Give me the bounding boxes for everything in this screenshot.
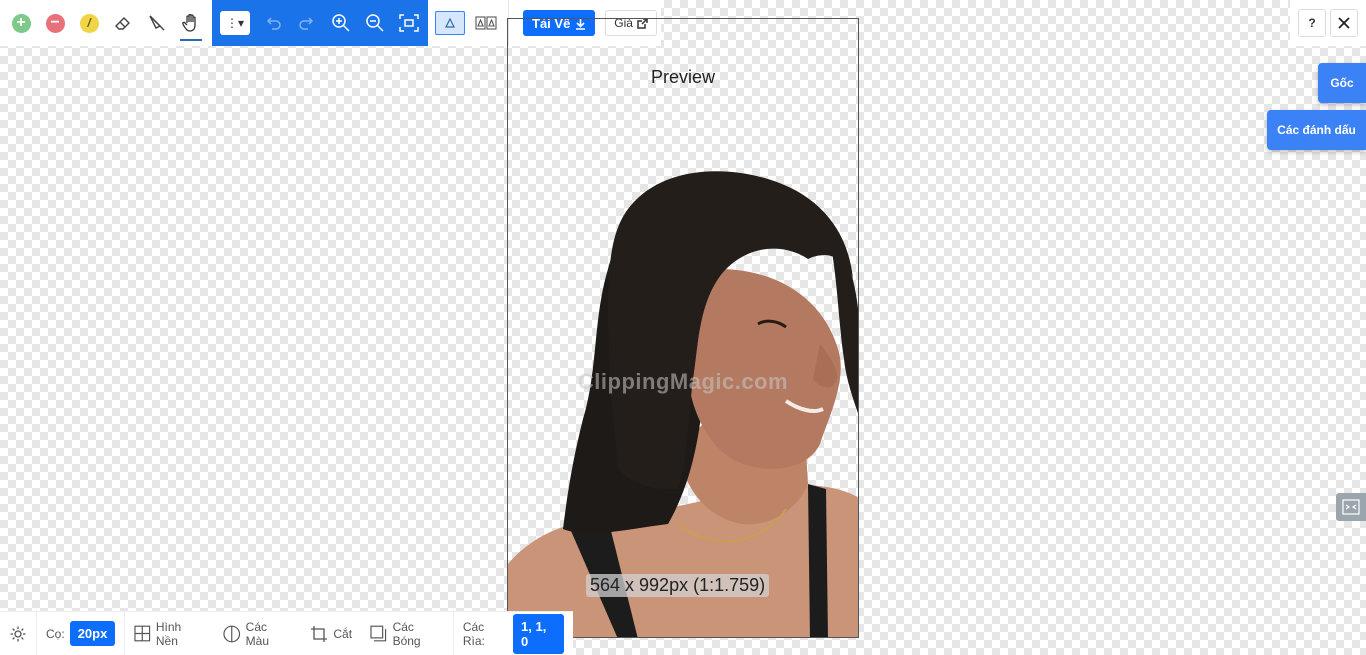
bottom-toolbar: Cọ: 20px Hình Nền Các Màu Cắt Các Bóng C… xyxy=(0,611,573,655)
brush-size-control: Cọ: 20px xyxy=(36,612,124,655)
zoom-in-icon xyxy=(332,14,350,32)
undo-icon xyxy=(266,17,281,30)
watermark: ClippingMagic.com xyxy=(577,369,789,394)
close-icon xyxy=(1338,17,1350,29)
crop-button[interactable]: Cắt xyxy=(301,612,361,655)
collapse-panel-button[interactable] xyxy=(1336,493,1366,521)
zoom-out-icon xyxy=(366,14,384,32)
zoom-out-button[interactable] xyxy=(358,0,392,46)
add-icon: + xyxy=(11,13,31,33)
edges-button[interactable]: 1, 1, 0 xyxy=(513,613,565,654)
edges-label: Các Rìa: xyxy=(462,619,485,648)
single-view-icon xyxy=(445,17,455,28)
eraser-tool-button[interactable] xyxy=(106,0,140,46)
more-icon: ⋮ xyxy=(225,16,238,30)
colors-button[interactable]: Các Màu xyxy=(214,612,301,655)
image-dimensions: 564 x 992px (1:1.759) xyxy=(586,574,770,597)
hair-tool-button[interactable]: / xyxy=(72,0,106,46)
add-tool-button[interactable]: + xyxy=(4,0,38,46)
redo-button[interactable] xyxy=(290,0,324,46)
shadow-icon xyxy=(370,625,387,641)
top-right-controls: ? xyxy=(1290,0,1366,46)
remove-tool-button[interactable]: − xyxy=(38,0,72,46)
split-view-icon xyxy=(475,16,497,30)
brush-size-button[interactable]: 20px xyxy=(69,621,116,646)
view-group xyxy=(428,0,508,46)
fit-screen-button[interactable] xyxy=(392,0,426,46)
crop-label: Cắt xyxy=(333,626,353,641)
image-icon xyxy=(1342,499,1360,515)
background-label: Hình Nền xyxy=(155,619,182,648)
subject-photo xyxy=(508,171,858,637)
edges-control: Các Rìa: 1, 1, 0 xyxy=(452,612,573,655)
scalpel-icon xyxy=(149,15,165,31)
crop-icon xyxy=(311,625,328,642)
preview-frame[interactable]: Preview ClippingMagic.com 564 x 992px (1… xyxy=(507,18,859,638)
shadows-label: Các Bóng xyxy=(392,619,421,648)
fit-screen-icon xyxy=(399,14,419,32)
scalpel-tool-button[interactable] xyxy=(140,0,174,46)
hair-icon: / xyxy=(79,13,99,33)
background-button[interactable]: Hình Nền xyxy=(124,612,214,655)
history-group: ⋮ ▾ xyxy=(212,0,428,46)
marks-tab[interactable]: Các đánh dấu xyxy=(1267,110,1366,150)
brush-label: Cọ: xyxy=(46,626,65,641)
redo-icon xyxy=(299,17,314,30)
hand-tool-button[interactable] xyxy=(174,0,208,46)
tool-group: + − / xyxy=(0,0,212,46)
settings-button[interactable] xyxy=(0,612,36,655)
shadows-button[interactable]: Các Bóng xyxy=(361,612,453,655)
gear-icon xyxy=(10,626,26,641)
hand-icon xyxy=(182,13,196,32)
single-view-button[interactable] xyxy=(435,11,465,35)
original-tab[interactable]: Gốc xyxy=(1318,63,1366,103)
colors-label: Các Màu xyxy=(245,619,270,648)
chevron-down-icon: ▾ xyxy=(237,16,245,30)
zoom-in-button[interactable] xyxy=(324,0,358,46)
contrast-icon xyxy=(223,625,241,642)
menu-dropdown[interactable]: ⋮ ▾ xyxy=(220,11,250,35)
split-view-button[interactable] xyxy=(471,11,501,35)
close-button[interactable] xyxy=(1330,9,1358,37)
undo-button[interactable] xyxy=(256,0,290,46)
remove-icon: − xyxy=(45,13,65,33)
eraser-icon xyxy=(115,17,130,30)
help-button[interactable]: ? xyxy=(1298,9,1326,37)
background-grid-icon xyxy=(134,625,151,642)
